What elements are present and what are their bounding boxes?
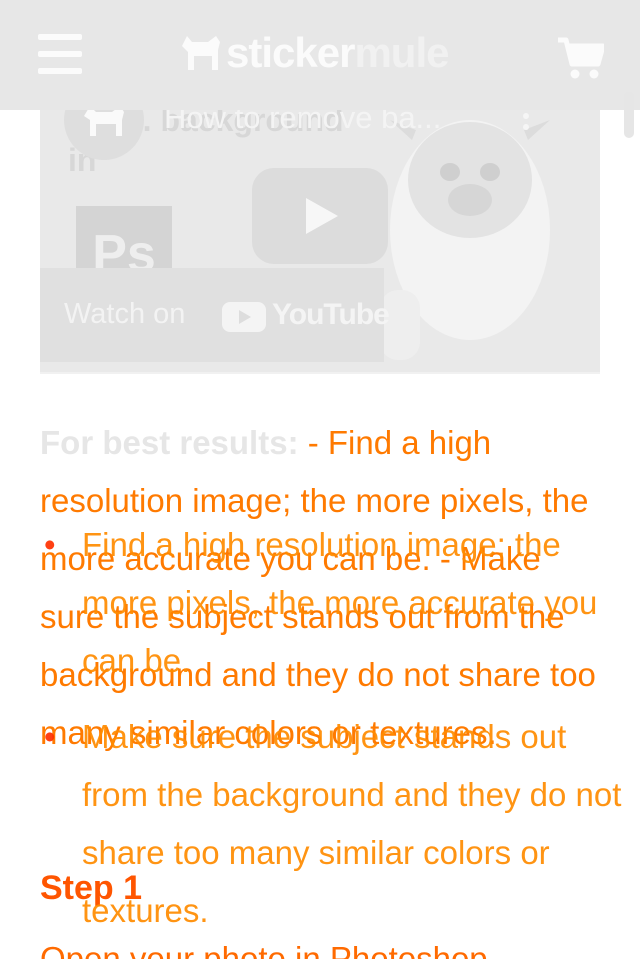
bullet: •: [44, 526, 56, 563]
bullet: •: [44, 718, 56, 755]
tip-text: Make sure the subject stands out from th…: [82, 718, 622, 929]
stickermule-logo[interactable]: stickermule: [180, 28, 470, 78]
list-item: • Find a high resolution image; the more …: [44, 516, 622, 690]
logo-mule-text: mule: [354, 29, 449, 76]
play-button[interactable]: [252, 168, 388, 264]
page: the ... background in How to remove ba..…: [0, 0, 640, 959]
play-icon: [306, 198, 338, 234]
tip-text: Find a high resolution image; the more p…: [82, 526, 598, 679]
cart-icon[interactable]: [558, 36, 604, 80]
youtube-wordmark: YouTube: [272, 298, 390, 331]
watch-on-youtube-bar[interactable]: Watch on YouTube: [40, 268, 390, 362]
best-results-label: For best results:: [40, 424, 299, 461]
scrollbar[interactable]: [624, 92, 634, 138]
site-header: stickermule: [0, 0, 640, 110]
tips-list: • Find a high resolution image; the more …: [40, 516, 622, 958]
logo-sticker-text: sticker: [226, 29, 355, 76]
menu-icon[interactable]: [38, 34, 82, 74]
youtube-logo-icon: [222, 302, 266, 332]
watch-on-label: Watch on: [64, 298, 186, 330]
mule-logo-icon: [182, 36, 220, 70]
list-item: • Make sure the subject stands out from t…: [44, 708, 622, 940]
logo-text: stickermule: [226, 28, 449, 78]
